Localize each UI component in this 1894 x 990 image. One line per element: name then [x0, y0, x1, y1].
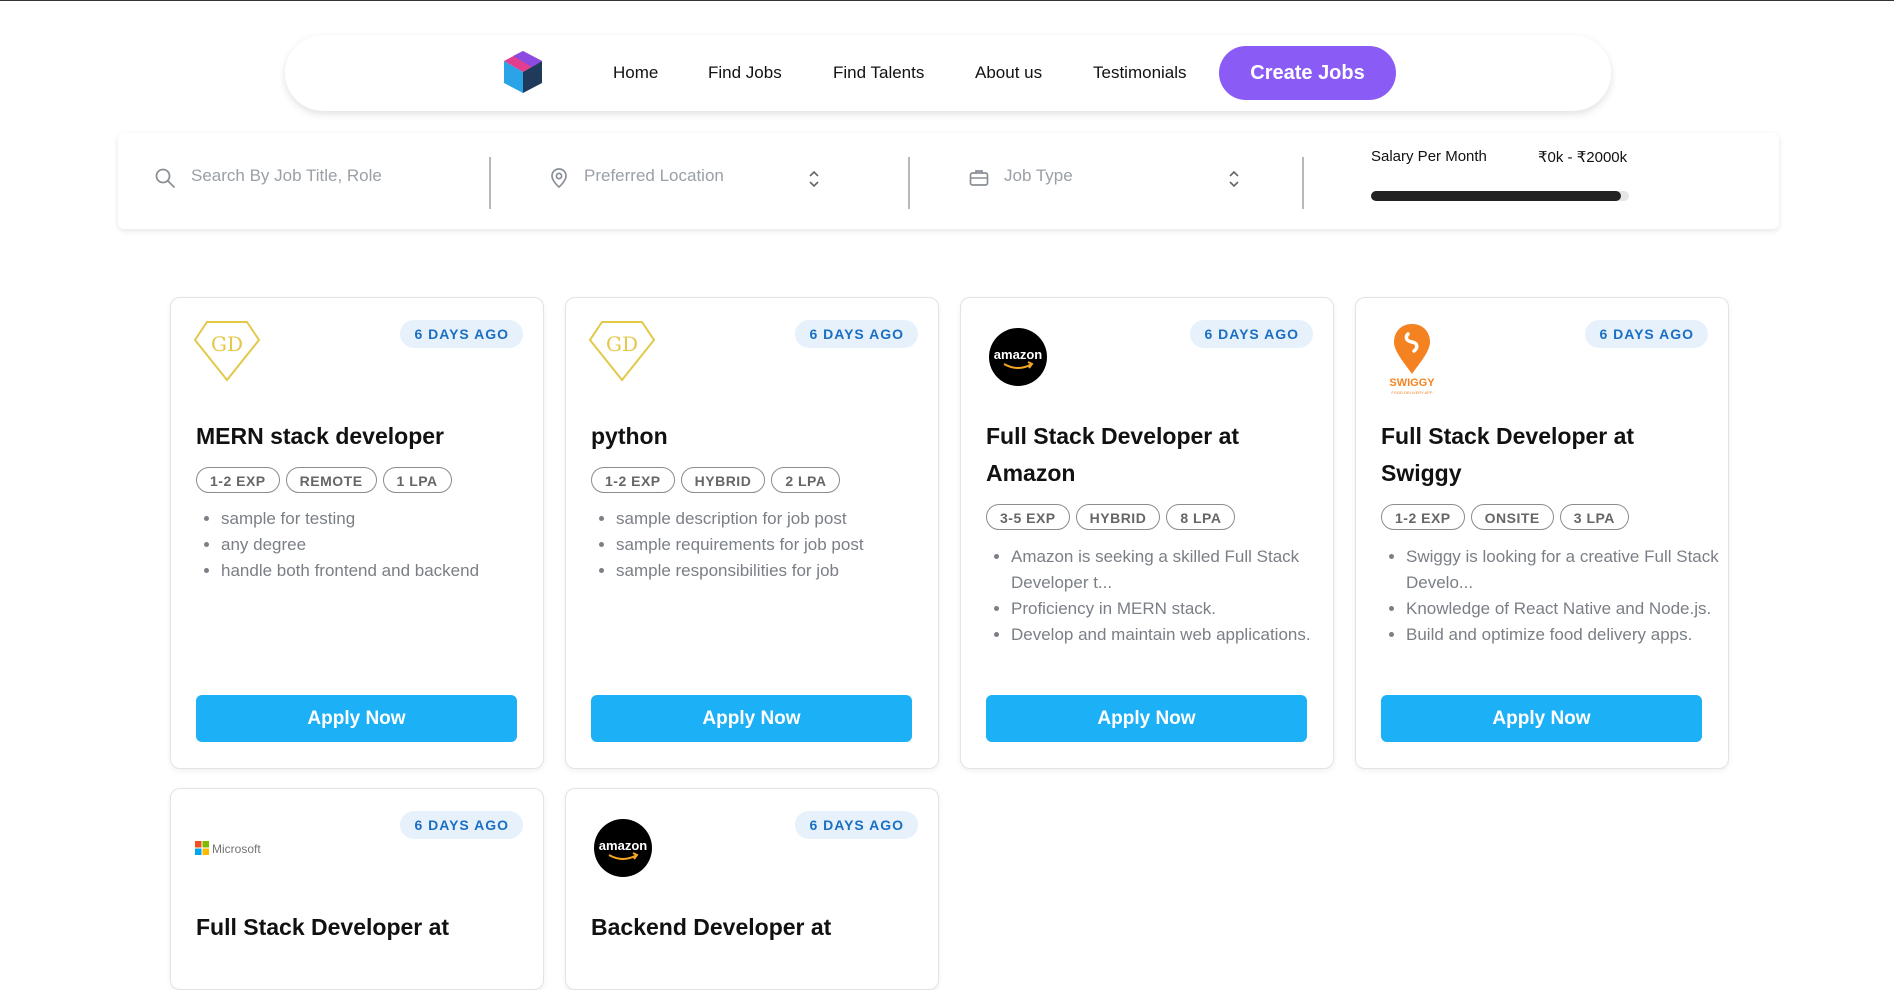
chevron-up-down-icon[interactable]: [806, 168, 822, 190]
company-logo-swiggy: SWIGGY FOOD DELIVERY APP: [1389, 324, 1435, 395]
list-item: sample for testing: [221, 506, 543, 532]
filter-divider: [908, 157, 910, 209]
salary-tag: 8 LPA: [1166, 504, 1236, 530]
svg-text:FOOD DELIVERY APP: FOOD DELIVERY APP: [1391, 390, 1433, 395]
preferred-location-select[interactable]: Preferred Location: [584, 166, 724, 186]
nav-link-home[interactable]: Home: [613, 63, 658, 83]
salary-tag: 1 LPA: [382, 467, 452, 493]
svg-text:amazon: amazon: [994, 347, 1042, 362]
apply-now-button[interactable]: Apply Now: [986, 695, 1307, 742]
list-item: Knowledge of React Native and Node.js.: [1406, 596, 1728, 622]
list-item: Proficiency in MERN stack.: [1011, 596, 1333, 622]
list-item: sample description for job post: [616, 506, 938, 532]
job-title: MERN stack developer: [196, 423, 444, 449]
experience-tag: 3-5 EXP: [986, 504, 1070, 530]
job-tags: 1-2 EXP HYBRID 2 LPA: [591, 467, 841, 493]
nav-link-find-talents[interactable]: Find Talents: [833, 63, 924, 83]
svg-text:SWIGGY: SWIGGY: [1389, 377, 1435, 389]
briefcase-icon: [969, 170, 989, 186]
job-highlights: sample description for job post sample r…: [591, 506, 938, 584]
filter-divider: [1302, 157, 1304, 209]
work-mode-tag: REMOTE: [285, 467, 377, 493]
job-card: 6 DAYS AGO SWIGGY FOOD DELIVERY APP Full…: [1355, 297, 1729, 769]
list-item: sample requirements for job post: [616, 532, 938, 558]
job-tags: 1-2 EXP REMOTE 1 LPA: [196, 467, 452, 493]
posted-badge: 6 DAYS AGO: [400, 811, 523, 839]
job-card: 6 DAYS AGO GD python 1-2 EXP HYBRID 2 LP…: [565, 297, 939, 769]
list-item: any degree: [221, 532, 543, 558]
salary-tag: 2 LPA: [771, 467, 841, 493]
experience-tag: 1-2 EXP: [1381, 504, 1465, 530]
experience-tag: 1-2 EXP: [591, 467, 675, 493]
job-tags: 1-2 EXP ONSITE 3 LPA: [1381, 504, 1629, 530]
search-icon: [155, 168, 175, 188]
salary-tag: 3 LPA: [1559, 504, 1629, 530]
job-card: 6 DAYS AGO amazon Full Stack Developer a…: [960, 297, 1334, 769]
work-mode-tag: HYBRID: [1075, 504, 1161, 530]
svg-text:amazon: amazon: [599, 838, 647, 853]
experience-tag: 1-2 EXP: [196, 467, 280, 493]
company-logo-amazon: amazon: [989, 328, 1047, 386]
job-card: 6 DAYS AGO Microsoft Full Stack Develope…: [170, 788, 544, 990]
company-logo-amazon: amazon: [594, 819, 652, 877]
job-highlights: Amazon is seeking a skilled Full Stack D…: [986, 544, 1333, 648]
nav-link-find-jobs[interactable]: Find Jobs: [708, 63, 782, 83]
location-pin-icon: [551, 168, 567, 189]
work-mode-tag: ONSITE: [1470, 504, 1554, 530]
svg-text:GD: GD: [211, 332, 243, 356]
list-item: Swiggy is looking for a creative Full St…: [1406, 544, 1728, 596]
company-logo-microsoft: Microsoft: [195, 841, 261, 856]
list-item: handle both frontend and backend: [221, 558, 543, 584]
company-logo-gd: GD: [588, 321, 656, 382]
list-item: Amazon is seeking a skilled Full Stack D…: [1011, 544, 1333, 596]
salary-slider-fill: [1371, 191, 1622, 201]
posted-badge: 6 DAYS AGO: [795, 811, 918, 839]
brand-logo-icon[interactable]: [502, 49, 544, 95]
job-card: 6 DAYS AGO GD MERN stack developer 1-2 E…: [170, 297, 544, 769]
work-mode-tag: HYBRID: [680, 467, 766, 493]
top-navbar: Home Find Jobs Find Talents About us Tes…: [285, 35, 1611, 111]
posted-badge: 6 DAYS AGO: [795, 320, 918, 348]
job-title: Full Stack Developer at Swiggy: [1381, 423, 1635, 486]
salary-label: Salary Per Month: [1371, 148, 1487, 165]
job-title: Backend Developer at: [591, 914, 832, 940]
filter-divider: [489, 157, 491, 209]
list-item: sample responsibilities for job: [616, 558, 938, 584]
job-tags: 3-5 EXP HYBRID 8 LPA: [986, 504, 1236, 530]
nav-link-testimonials[interactable]: Testimonials: [1093, 63, 1187, 83]
job-type-select[interactable]: Job Type: [1004, 166, 1073, 186]
apply-now-button[interactable]: Apply Now: [196, 695, 517, 742]
job-highlights: Swiggy is looking for a creative Full St…: [1381, 544, 1728, 648]
svg-text:Microsoft: Microsoft: [212, 842, 261, 856]
job-title: Full Stack Developer at: [196, 914, 450, 940]
apply-now-button[interactable]: Apply Now: [1381, 695, 1702, 742]
company-logo-gd: GD: [193, 321, 261, 382]
job-highlights: sample for testing any degree handle bot…: [196, 506, 543, 584]
apply-now-button[interactable]: Apply Now: [591, 695, 912, 742]
posted-badge: 6 DAYS AGO: [1585, 320, 1708, 348]
job-title: python: [591, 423, 668, 449]
svg-text:GD: GD: [606, 332, 638, 356]
create-jobs-button[interactable]: Create Jobs: [1219, 46, 1396, 100]
posted-badge: 6 DAYS AGO: [400, 320, 523, 348]
job-filter-bar: Search By Job Title, Role Preferred Loca…: [118, 133, 1779, 229]
job-card: 6 DAYS AGO amazon Backend Developer at: [565, 788, 939, 990]
posted-badge: 6 DAYS AGO: [1190, 320, 1313, 348]
list-item: Develop and maintain web applications.: [1011, 622, 1333, 648]
list-item: Build and optimize food delivery apps.: [1406, 622, 1728, 648]
salary-slider[interactable]: [1371, 191, 1629, 201]
nav-link-about-us[interactable]: About us: [975, 63, 1042, 83]
job-title: Full Stack Developer at Amazon: [986, 423, 1240, 486]
salary-range-value: ₹0k - ₹2000k: [1538, 149, 1628, 166]
search-input[interactable]: Search By Job Title, Role: [191, 166, 382, 186]
chevron-up-down-icon[interactable]: [1226, 168, 1242, 190]
